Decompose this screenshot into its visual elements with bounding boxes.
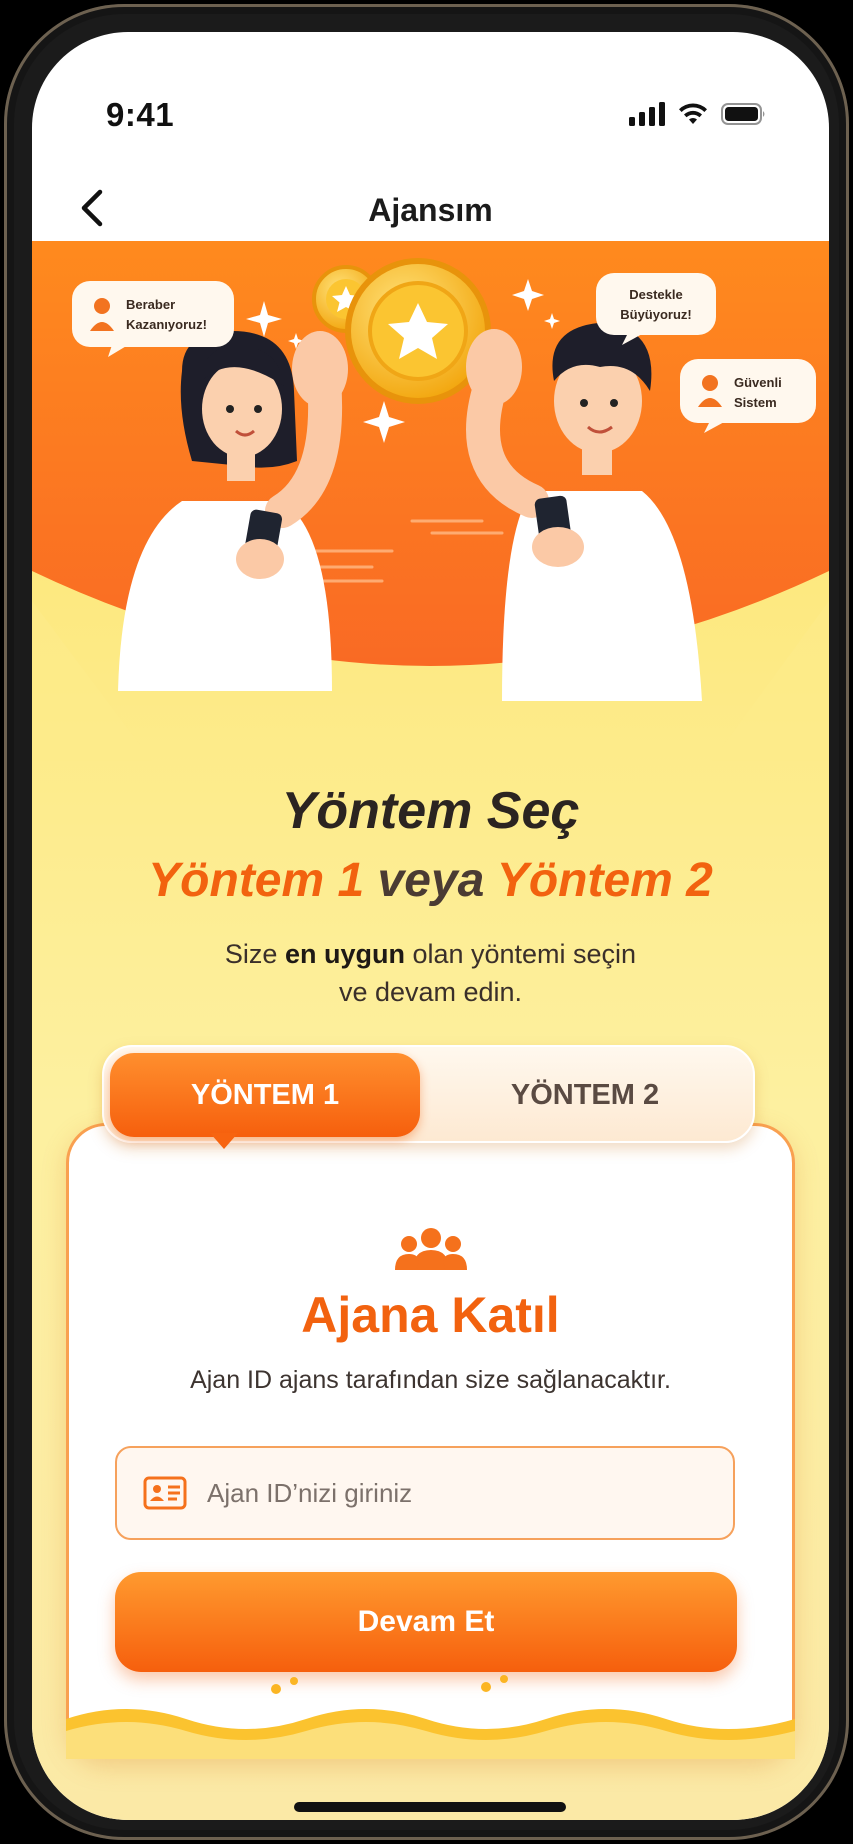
hero-illustration: Beraber Kazanıyoruz! Destekle Büyüyoruz!… (32, 241, 829, 761)
speech-bubble-1: Beraber Kazanıyoruz! (72, 281, 234, 357)
svg-text:Güvenli: Güvenli (734, 375, 782, 390)
status-icons (629, 102, 767, 126)
status-bar: 9:41 (32, 32, 829, 162)
instruction-text: Size en uygun olan yöntemi seçin ve deva… (32, 935, 829, 1011)
tab-pointer (210, 1133, 238, 1149)
cellular-signal-icon (629, 102, 665, 126)
speech-bubble-3: Güvenli Sistem (680, 359, 816, 433)
wifi-icon (679, 103, 707, 124)
method-tabs: YÖNTEM 1 YÖNTEM 2 (102, 1045, 755, 1143)
option-2-text: Yöntem 2 (496, 854, 713, 907)
option-1-text: Yöntem 1 (148, 854, 365, 907)
method-heading: Yöntem Seç (281, 782, 580, 840)
speech-bubble-2: Destekle Büyüyoruz! (596, 273, 716, 345)
tab-method-1[interactable]: YÖNTEM 1 (110, 1053, 420, 1137)
home-indicator (294, 1802, 566, 1812)
svg-text:Destekle: Destekle (629, 287, 682, 302)
svg-text:Sistem: Sistem (734, 395, 777, 410)
instruction-line-2: ve devam edin. (338, 977, 523, 1007)
content-area: Beraber Kazanıyoruz! Destekle Büyüyoruz!… (32, 241, 829, 1820)
svg-text:Büyüyoruz!: Büyüyoruz! (620, 307, 692, 322)
agent-id-input[interactable] (207, 1477, 687, 1509)
battery-icon (721, 103, 765, 125)
svg-text:Kazanıyoruz!: Kazanıyoruz! (126, 317, 207, 332)
method-subheading: Yöntem 1 veya Yöntem 2 (32, 853, 829, 908)
page-title: Ajansım (368, 192, 493, 228)
tab-method-2[interactable]: YÖNTEM 2 (420, 1053, 750, 1137)
card-title: Ajana Katıl (301, 1287, 560, 1343)
card-description: Ajan ID ajans tarafından size sağlanacak… (190, 1366, 671, 1394)
wave-decoration (66, 1675, 795, 1759)
join-agent-card: Ajana Katıl Ajan ID ajans tarafından siz… (66, 1123, 795, 1759)
status-time: 9:41 (106, 96, 175, 133)
instruction-line-1: Size en uygun olan yöntemi seçin (224, 939, 637, 969)
svg-text:Beraber: Beraber (126, 297, 175, 312)
connector-text: veya (377, 854, 485, 907)
phone-frame: 9:41 Ajansım Beraber Kazanıyoruz! Destek… (4, 4, 849, 1840)
group-icon (394, 1228, 467, 1270)
app-screen: 9:41 Ajansım Beraber Kazanıyoruz! Destek… (32, 32, 829, 1820)
id-card-icon (143, 1476, 187, 1510)
continue-button[interactable]: Devam Et (115, 1572, 737, 1672)
agent-id-field[interactable] (115, 1446, 735, 1540)
